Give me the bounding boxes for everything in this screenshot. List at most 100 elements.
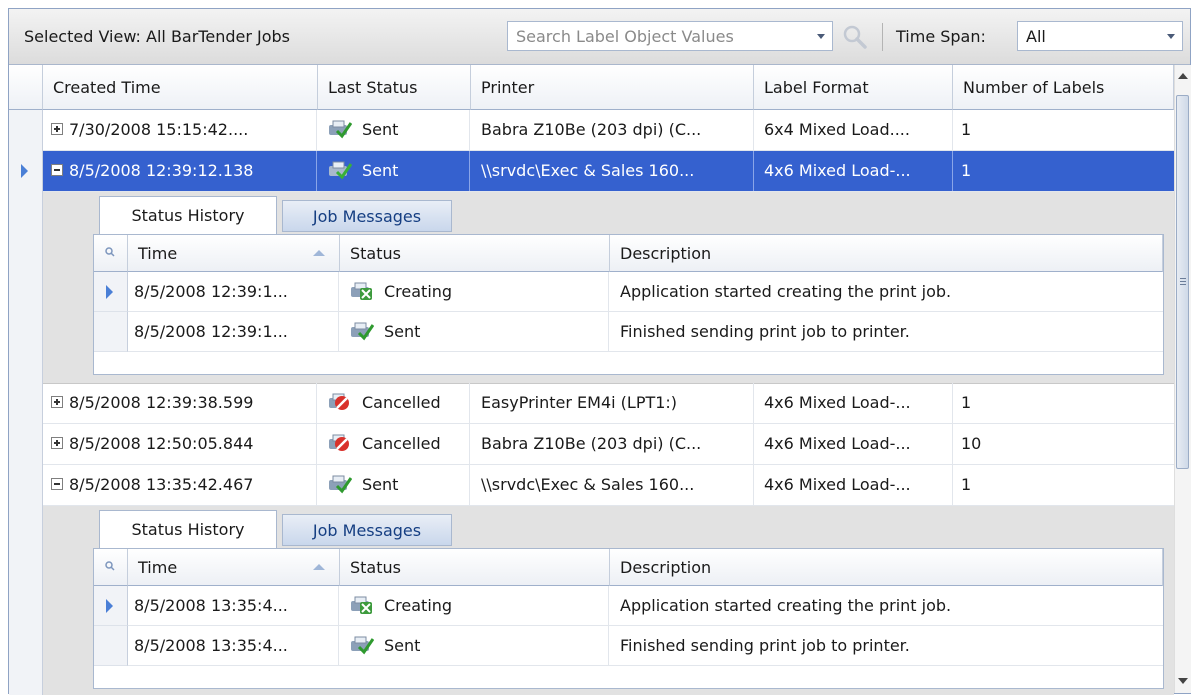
created-time-cell: 7/30/2008 15:15:42....: [43, 110, 317, 150]
expand-plus-icon[interactable]: [51, 395, 63, 408]
current-row-arrow-icon: [21, 164, 28, 178]
label-format-cell: 4x6 Mixed Load-...: [754, 151, 953, 191]
number-of-labels-cell: 10: [961, 434, 982, 453]
printer-cell: \\srvdc\Exec & Sales 160...: [471, 465, 754, 505]
job-row[interactable]: 7/30/2008 15:15:42.... Sent Babra Z10Be …: [43, 110, 1174, 151]
status-cell: Sent: [340, 626, 609, 666]
collapse-minus-icon[interactable]: [51, 163, 63, 176]
printer-cell: Babra Z10Be (203 dpi) (C...: [471, 110, 754, 150]
column-header-last-status[interactable]: Last Status: [318, 65, 471, 110]
sub-column-header-description[interactable]: Description: [610, 549, 1163, 586]
subgrid-search-corner[interactable]: [94, 549, 128, 586]
expand-plus-icon[interactable]: [51, 122, 63, 135]
printer-check-icon: [329, 475, 352, 493]
search-icon[interactable]: [94, 549, 128, 585]
current-row-arrow-icon: [106, 285, 113, 299]
sub-column-header-time[interactable]: Time: [128, 235, 340, 272]
job-history-panel: Selected View: All BarTender Jobs Search…: [8, 8, 1191, 695]
sub-column-header-status[interactable]: Status: [340, 235, 610, 272]
time-span-label: Time Span:: [896, 27, 986, 46]
time-cell: 8/5/2008 12:39:1...: [128, 312, 339, 352]
tab-job-messages[interactable]: Job Messages: [282, 514, 452, 546]
status-cell: Creating: [340, 586, 609, 626]
printer-cell: Babra Z10Be (203 dpi) (C...: [471, 424, 754, 464]
last-status-cell: Sent: [318, 151, 470, 191]
chevron-down-icon[interactable]: [1167, 34, 1175, 39]
tab-status-history[interactable]: Status History: [99, 196, 277, 234]
number-of-labels-cell: 1: [961, 475, 972, 494]
printer-creating-icon: [351, 282, 372, 300]
printer-cell: EasyPrinter EM4i (LPT1:): [471, 383, 754, 423]
printer-check-icon: [351, 636, 374, 654]
status-history-row[interactable]: 8/5/2008 12:39:1... Sent Finished sendin…: [128, 312, 1163, 352]
printer-cell: \\srvdc\Exec & Sales 160...: [471, 151, 754, 191]
scrollbar-thumb[interactable]: [1176, 95, 1189, 469]
time-span-value: All: [1026, 27, 1046, 46]
printer-creating-icon: [351, 596, 372, 614]
scroll-up-arrow-icon[interactable]: [1178, 73, 1188, 79]
search-icon[interactable]: [94, 235, 128, 271]
status-history-row[interactable]: 8/5/2008 13:35:4... Sent Finished sendin…: [128, 626, 1163, 666]
label-format-cell: 4x6 Mixed Load-...: [754, 424, 953, 464]
toolbar: Selected View: All BarTender Jobs Search…: [9, 9, 1190, 65]
time-cell: 8/5/2008 12:39:1...: [128, 272, 339, 312]
grip-icon: [1180, 278, 1186, 279]
job-row[interactable]: 8/5/2008 12:50:05.844 Cancelled Babra Z1…: [43, 424, 1174, 465]
sort-ascending-icon: [313, 250, 325, 256]
sub-column-header-description[interactable]: Description: [610, 235, 1163, 272]
collapse-minus-icon[interactable]: [51, 477, 63, 490]
status-history-row[interactable]: 8/5/2008 12:39:1... Creating Application…: [128, 272, 1163, 312]
cancel-icon: [329, 393, 349, 410]
column-header-label-format[interactable]: Label Format: [754, 65, 953, 110]
sub-row-indicator: [94, 272, 128, 312]
number-of-labels-cell: 1: [961, 120, 972, 139]
cancel-icon: [329, 434, 349, 451]
last-status-cell: Cancelled: [318, 424, 470, 464]
expand-plus-icon[interactable]: [51, 436, 63, 449]
job-row-selected[interactable]: 8/5/2008 12:39:12.138 Sent \\srvdc\Exec …: [43, 151, 1174, 192]
header-indicator-corner: [9, 65, 43, 110]
job-row[interactable]: 8/5/2008 13:35:42.467 Sent \\srvdc\Exec …: [43, 465, 1174, 506]
scroll-down-arrow-icon[interactable]: [1178, 678, 1188, 684]
row-indicator-column: [9, 110, 43, 695]
status-cell: Creating: [340, 272, 609, 312]
time-span-select[interactable]: All: [1017, 21, 1183, 51]
chevron-down-icon[interactable]: [817, 34, 825, 39]
printer-check-icon: [329, 161, 352, 179]
last-status-cell: Cancelled: [318, 383, 470, 423]
sub-row-indicator: [94, 586, 128, 626]
subgrid-search-corner[interactable]: [94, 235, 128, 272]
search-label-values-combo[interactable]: Search Label Object Values: [507, 21, 833, 51]
number-of-labels-cell: 1: [961, 161, 972, 180]
toolbar-divider: [882, 23, 883, 51]
description-cell: Application started creating the print j…: [620, 596, 952, 615]
sort-ascending-icon: [313, 564, 325, 570]
description-cell: Finished sending print job to printer.: [620, 636, 910, 655]
created-time-cell: 8/5/2008 12:39:12.138: [43, 151, 317, 191]
sub-column-header-time[interactable]: Time: [128, 549, 340, 586]
tab-job-messages[interactable]: Job Messages: [282, 200, 452, 232]
description-cell: Application started creating the print j…: [620, 282, 952, 301]
job-row[interactable]: 8/5/2008 12:39:38.599 Cancelled EasyPrin…: [43, 383, 1174, 424]
printer-check-icon: [351, 322, 374, 340]
time-cell: 8/5/2008 13:35:4...: [128, 626, 339, 666]
status-cell: Sent: [340, 312, 609, 352]
sub-column-header-status[interactable]: Status: [340, 549, 610, 586]
created-time-cell: 8/5/2008 12:50:05.844: [43, 424, 317, 464]
printer-check-icon: [329, 120, 352, 138]
search-icon[interactable]: [841, 23, 869, 51]
label-format-cell: 4x6 Mixed Load-...: [754, 383, 953, 423]
status-history-row[interactable]: 8/5/2008 13:35:4... Creating Application…: [128, 586, 1163, 626]
label-format-cell: 4x6 Mixed Load-...: [754, 465, 953, 505]
tab-status-history[interactable]: Status History: [99, 510, 277, 548]
column-header-number-of-labels[interactable]: Number of Labels: [953, 65, 1174, 110]
column-header-printer[interactable]: Printer: [471, 65, 754, 110]
jobs-grid: Created Time Last Status Printer Label F…: [9, 65, 1174, 695]
created-time-cell: 8/5/2008 12:39:38.599: [43, 383, 317, 423]
column-header-created-time[interactable]: Created Time: [43, 65, 318, 110]
time-cell: 8/5/2008 13:35:4...: [128, 586, 339, 626]
description-cell: Finished sending print job to printer.: [620, 322, 910, 341]
sub-row-indicator: [94, 626, 128, 666]
sub-row-indicator: [94, 312, 128, 352]
vertical-scrollbar[interactable]: [1174, 65, 1191, 693]
